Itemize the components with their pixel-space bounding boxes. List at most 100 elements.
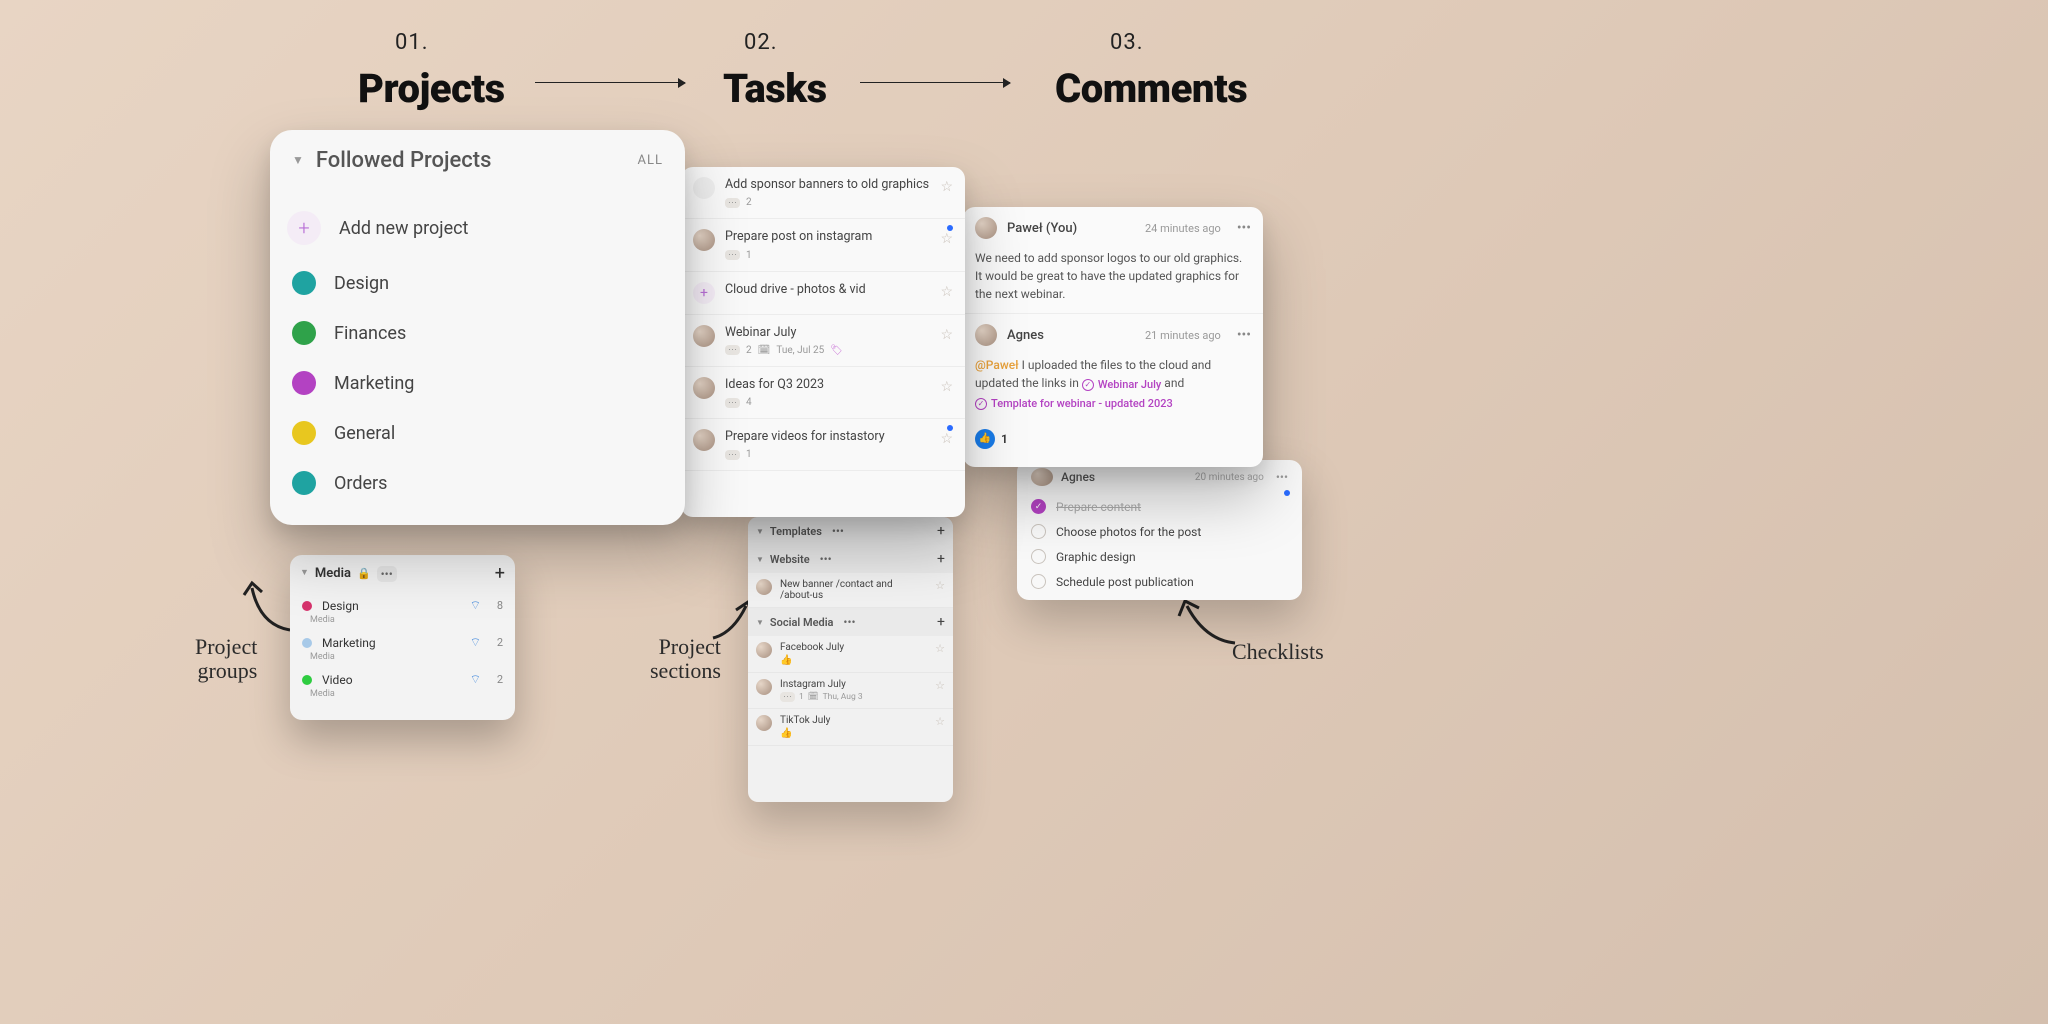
task-meta: ⋯1 — [725, 250, 930, 261]
task-row[interactable]: Webinar July ⋯2 🗓Tue, Jul 25 🏷 ☆ — [681, 315, 965, 367]
section-task-row[interactable]: New banner /contact and /about-us ☆ — [748, 573, 953, 608]
project-item[interactable]: Finances — [270, 311, 685, 355]
checklist-item[interactable]: Choose photos for the post — [1017, 519, 1302, 544]
section-task-row[interactable]: TikTok July 👍 ☆ — [748, 709, 953, 746]
more-icon[interactable]: ••• — [816, 551, 836, 567]
follow-icon[interactable]: ⌔ — [470, 635, 481, 650]
project-item[interactable]: Marketing — [270, 361, 685, 405]
task-date: Tue, Jul 25 — [776, 345, 824, 356]
more-icon[interactable]: ••• — [1237, 327, 1251, 343]
unread-dot-icon — [947, 425, 953, 431]
star-icon[interactable]: ☆ — [940, 431, 953, 447]
star-icon[interactable]: ☆ — [940, 231, 953, 247]
project-label: Marketing — [334, 373, 414, 394]
project-sections-panel: ▼ Templates ••• +▼ Website ••• + New ban… — [748, 517, 953, 802]
follow-icon[interactable]: ⌔ — [470, 672, 481, 687]
star-icon[interactable]: ☆ — [935, 579, 945, 592]
add-task-button[interactable]: + — [937, 551, 945, 567]
star-icon[interactable]: ☆ — [935, 642, 945, 655]
section-task-row[interactable]: Instagram July ⋯1 🗓Thu, Aug 3 ☆ — [748, 673, 953, 709]
checklist-item[interactable]: ✓ Prepare content — [1017, 494, 1302, 519]
task-row[interactable]: Prepare videos for instastory ⋯1 ☆ — [681, 419, 965, 471]
project-count: 2 — [491, 673, 503, 686]
task-link[interactable]: ✓Template for webinar - updated 2023 — [975, 396, 1173, 413]
checklist-label: Prepare content — [1056, 500, 1141, 514]
checkbox[interactable] — [1031, 549, 1046, 564]
star-icon[interactable]: ☆ — [935, 715, 945, 728]
follow-icon[interactable]: ⌔ — [470, 598, 481, 613]
avatar-empty — [693, 177, 715, 199]
section-task-row[interactable]: Facebook July 👍 ☆ — [748, 636, 953, 673]
comment-count-icon: ⋯ — [725, 250, 740, 260]
checkbox[interactable]: ✓ — [1031, 499, 1046, 514]
collapse-icon[interactable]: ▼ — [292, 153, 304, 167]
add-project-button[interactable]: + Add new project — [270, 201, 685, 255]
comment-author: Agnes — [1007, 328, 1044, 343]
star-icon[interactable]: ☆ — [940, 284, 953, 300]
collapse-icon: ▼ — [756, 527, 764, 536]
more-icon[interactable]: ••• — [1276, 470, 1288, 484]
project-color-dot — [302, 675, 312, 685]
star-icon[interactable]: ☆ — [940, 179, 953, 195]
like-button[interactable]: 👍 — [975, 429, 995, 449]
task-meta: ⋯4 — [725, 397, 930, 408]
mention[interactable]: @Paweł — [975, 358, 1019, 372]
project-name: Design — [322, 599, 460, 613]
task-date: Thu, Aug 3 — [823, 692, 863, 702]
project-label: General — [334, 423, 395, 444]
section-header[interactable]: ▼ Website ••• + — [748, 545, 953, 573]
plus-icon: + — [287, 211, 321, 245]
checkbox[interactable] — [1031, 524, 1046, 539]
more-button[interactable]: ••• — [377, 566, 397, 582]
more-icon[interactable]: ••• — [839, 614, 859, 630]
checklist-label: Schedule post publication — [1056, 575, 1194, 589]
project-name: Marketing — [322, 636, 460, 650]
task-row[interactable]: Add sponsor banners to old graphics ⋯2 ☆ — [681, 167, 965, 219]
comment-count-icon: ⋯ — [725, 345, 740, 355]
task-meta: 👍 — [780, 655, 927, 666]
checklist-panel: Agnes 20 minutes ago ••• ✓ Prepare conte… — [1017, 460, 1302, 600]
checklist-item[interactable]: Graphic design — [1017, 544, 1302, 569]
project-color-dot — [292, 371, 316, 395]
section-name: Website — [770, 553, 810, 566]
task-row[interactable]: Prepare post on instagram ⋯1 ☆ — [681, 219, 965, 271]
comment-count: 2 — [746, 197, 752, 208]
task-title: Webinar July — [725, 325, 930, 341]
add-button[interactable]: + — [495, 563, 505, 584]
star-icon[interactable]: ☆ — [940, 327, 953, 343]
task-row[interactable]: + Cloud drive - photos & vid ☆ — [681, 272, 965, 315]
section-header[interactable]: ▼ Social Media ••• + — [748, 608, 953, 636]
project-item[interactable]: Design — [270, 261, 685, 305]
collapse-icon[interactable]: ▼ — [300, 567, 309, 578]
add-task-button[interactable]: + — [937, 614, 945, 630]
project-count: 8 — [491, 599, 503, 612]
star-icon[interactable]: ☆ — [940, 379, 953, 395]
more-icon[interactable]: ••• — [1237, 220, 1251, 236]
star-icon[interactable]: ☆ — [935, 679, 945, 692]
project-sublabel: Media — [310, 689, 515, 699]
check-icon: ✓ — [1082, 379, 1094, 391]
task-link[interactable]: ✓Webinar July — [1082, 377, 1162, 394]
section-name: Social Media — [770, 616, 834, 629]
check-icon: ✓ — [975, 398, 987, 410]
checkbox[interactable] — [1031, 574, 1046, 589]
followed-projects-panel: ▼ Followed Projects ALL + Add new projec… — [270, 130, 685, 525]
task-title: New banner /contact and /about-us — [780, 579, 927, 601]
project-color-dot — [292, 321, 316, 345]
task-row[interactable]: Ideas for Q3 2023 ⋯4 ☆ — [681, 367, 965, 419]
checklist-time: 20 minutes ago — [1195, 472, 1264, 483]
project-item[interactable]: General — [270, 411, 685, 455]
project-count: 2 — [491, 636, 503, 649]
project-sublabel: Media — [310, 652, 515, 662]
add-task-button[interactable]: + — [937, 523, 945, 539]
avatar — [975, 324, 997, 346]
project-item[interactable]: Orders — [270, 461, 685, 505]
comment-count-icon: ⋯ — [780, 692, 795, 702]
task-meta: ⋯2 — [725, 197, 930, 208]
avatar — [975, 217, 997, 239]
all-filter-button[interactable]: ALL — [638, 153, 663, 168]
add-project-label: Add new project — [339, 218, 468, 239]
checklist-item[interactable]: Schedule post publication — [1017, 569, 1302, 594]
section-header[interactable]: ▼ Templates ••• + — [748, 517, 953, 545]
more-icon[interactable]: ••• — [828, 523, 848, 539]
